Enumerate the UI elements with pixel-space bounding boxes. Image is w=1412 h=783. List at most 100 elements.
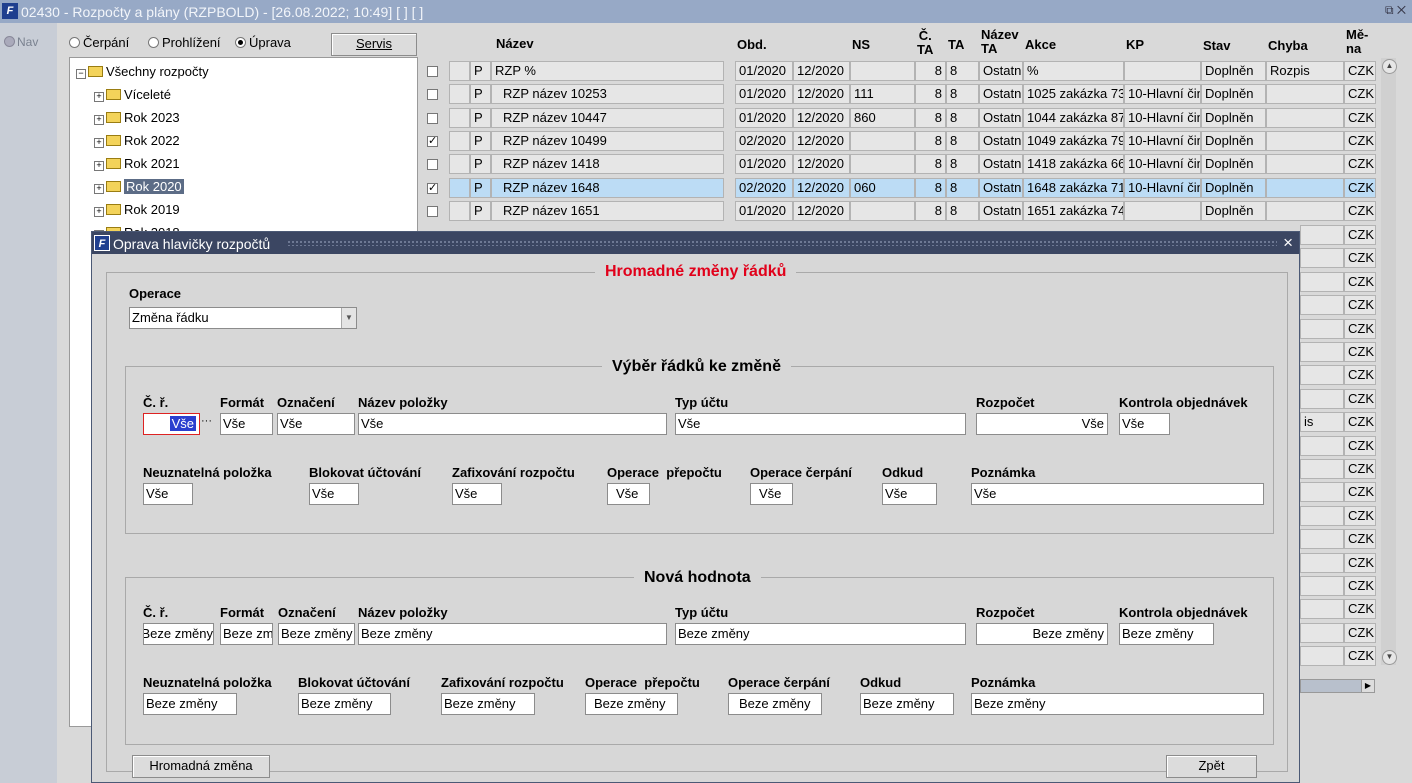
cell-ns[interactable]: 111 bbox=[850, 84, 915, 105]
cell-mena[interactable]: CZK bbox=[1344, 365, 1376, 386]
poznamka-new-input[interactable]: Beze změny bbox=[971, 693, 1264, 715]
expand-icon[interactable]: + bbox=[94, 161, 104, 171]
cell-chyba[interactable] bbox=[1266, 200, 1344, 221]
cell-od[interactable]: 02/2020 bbox=[735, 130, 793, 151]
cell-chyba[interactable] bbox=[1300, 529, 1344, 550]
cell-nazevta[interactable]: Ostatn bbox=[979, 84, 1023, 105]
cell-chyba[interactable] bbox=[1300, 295, 1344, 316]
cell-ns[interactable] bbox=[850, 200, 915, 221]
cell-do[interactable]: 12/2020 bbox=[793, 177, 850, 198]
cell-mena[interactable]: CZK bbox=[1344, 529, 1376, 550]
cell-nazev[interactable]: RZP % bbox=[491, 61, 724, 81]
cell-mena[interactable]: CZK bbox=[1344, 248, 1376, 269]
cell-akce[interactable]: 1651 zakázka 74 bbox=[1023, 200, 1124, 221]
cell-stav[interactable]: Doplněn bbox=[1201, 200, 1266, 221]
cell-cta[interactable]: 8 bbox=[915, 177, 946, 198]
cell-od[interactable]: 01/2020 bbox=[735, 84, 793, 105]
nav-toggle[interactable]: Nav bbox=[4, 35, 38, 49]
cell-nazevta[interactable]: Ostatn bbox=[979, 177, 1023, 198]
cell-chyba[interactable] bbox=[1300, 435, 1344, 456]
cell-cta[interactable]: 8 bbox=[915, 107, 946, 128]
chevron-down-icon[interactable]: ▼ bbox=[341, 308, 356, 328]
cell-ta[interactable]: 8 bbox=[946, 84, 979, 105]
cell-od[interactable]: 01/2020 bbox=[735, 61, 793, 81]
col-header-ta[interactable]: TA bbox=[948, 38, 964, 52]
cerpani-select-input[interactable]: Vše bbox=[750, 483, 793, 505]
cell-chyba[interactable] bbox=[1266, 107, 1344, 128]
mode-radio-uprava[interactable]: Úprava bbox=[235, 35, 291, 50]
cell-p[interactable]: P bbox=[470, 107, 491, 128]
cell-ns[interactable] bbox=[850, 154, 915, 175]
cell-do[interactable]: 12/2020 bbox=[793, 130, 850, 151]
cell-stav[interactable]: Doplněn bbox=[1201, 130, 1266, 151]
scroll-right-icon[interactable]: ▶ bbox=[1361, 680, 1374, 692]
cell-cta[interactable]: 8 bbox=[915, 61, 946, 81]
col-header-nazevta[interactable]: Název TA bbox=[981, 28, 1019, 56]
tree-item-selected[interactable]: + Rok 2020 bbox=[94, 177, 184, 197]
cell-kp[interactable] bbox=[1124, 61, 1201, 81]
grid-horizontal-scrollbar[interactable]: ▶ bbox=[1300, 679, 1375, 693]
mode-radio-cerpani[interactable]: Čerpání bbox=[69, 35, 129, 50]
titlebar-grip[interactable] bbox=[287, 240, 1277, 246]
cell-nazev[interactable]: RZP název 1418 bbox=[491, 154, 724, 175]
cell-chyba[interactable] bbox=[1300, 576, 1344, 596]
row-checkbox[interactable] bbox=[427, 159, 438, 171]
cell-mena[interactable]: CZK bbox=[1344, 599, 1376, 620]
expand-icon[interactable]: + bbox=[94, 92, 104, 102]
col-header-kp[interactable]: KP bbox=[1126, 38, 1144, 52]
col-header-chyba[interactable]: Chyba bbox=[1268, 39, 1308, 53]
tree-item[interactable]: + Rok 2023 bbox=[94, 108, 180, 128]
kontrola-new-input[interactable]: Beze změny bbox=[1119, 623, 1214, 645]
cell-mena[interactable]: CZK bbox=[1344, 646, 1376, 667]
cell-nazevta[interactable]: Ostatn bbox=[979, 130, 1023, 151]
cell-blank[interactable] bbox=[449, 200, 470, 221]
cell-od[interactable]: 01/2020 bbox=[735, 107, 793, 128]
col-header-akce[interactable]: Akce bbox=[1025, 38, 1056, 52]
cell-mena[interactable]: CZK bbox=[1344, 154, 1376, 175]
cell-p[interactable]: P bbox=[470, 61, 491, 81]
cell-ns[interactable]: 860 bbox=[850, 107, 915, 128]
tree-root[interactable]: − Všechny rozpočty bbox=[76, 62, 209, 82]
typ-select-input[interactable]: Vše bbox=[675, 413, 966, 435]
tree-item[interactable]: + Rok 2019 bbox=[94, 200, 180, 220]
col-header-mena[interactable]: Mě-na bbox=[1346, 28, 1368, 56]
row-checkbox[interactable] bbox=[427, 89, 438, 101]
cell-mena[interactable]: CZK bbox=[1344, 61, 1376, 81]
cell-akce[interactable]: % bbox=[1023, 61, 1124, 81]
cell-chyba[interactable] bbox=[1300, 646, 1344, 667]
cell-mena[interactable]: CZK bbox=[1344, 225, 1376, 245]
cell-mena[interactable]: CZK bbox=[1344, 107, 1376, 128]
scroll-down-icon[interactable]: ▼ bbox=[1382, 650, 1397, 665]
cell-mena[interactable]: CZK bbox=[1344, 622, 1376, 643]
cell-kp[interactable]: 10-Hlavní čin bbox=[1124, 154, 1201, 175]
col-header-stav[interactable]: Stav bbox=[1203, 39, 1230, 53]
scroll-up-icon[interactable]: ▲ bbox=[1382, 59, 1397, 74]
cell-stav[interactable]: Doplněn bbox=[1201, 177, 1266, 198]
cell-do[interactable]: 12/2020 bbox=[793, 84, 850, 105]
collapse-icon[interactable]: − bbox=[76, 69, 86, 79]
cell-mena[interactable]: CZK bbox=[1344, 130, 1376, 151]
cell-ns[interactable]: 060 bbox=[850, 177, 915, 198]
cell-blank[interactable] bbox=[449, 177, 470, 198]
odkud-new-input[interactable]: Beze změny bbox=[860, 693, 954, 715]
cell-blank[interactable] bbox=[449, 154, 470, 175]
row-checkbox[interactable] bbox=[427, 112, 438, 124]
operace-select[interactable]: Změna řádku ▼ bbox=[129, 307, 357, 329]
grid-vertical-scrollbar[interactable]: ▲ ▼ bbox=[1381, 58, 1397, 665]
cell-mena[interactable]: CZK bbox=[1344, 318, 1376, 339]
cell-ta[interactable]: 8 bbox=[946, 200, 979, 221]
neuzn-select-input[interactable]: Vše bbox=[143, 483, 193, 505]
mass-change-button[interactable]: Hromadná změna bbox=[132, 755, 270, 778]
rozpocet-new-input[interactable]: Beze změny bbox=[976, 623, 1108, 645]
cell-akce[interactable]: 1648 zakázka 71 bbox=[1023, 177, 1124, 198]
cell-od[interactable]: 01/2020 bbox=[735, 154, 793, 175]
cell-stav[interactable]: Doplněn bbox=[1201, 61, 1266, 81]
cell-chyba[interactable] bbox=[1300, 622, 1344, 643]
cell-blank[interactable] bbox=[449, 107, 470, 128]
format-select-input[interactable]: Vše bbox=[220, 413, 273, 435]
cell-do[interactable]: 12/2020 bbox=[793, 200, 850, 221]
cell-nazevta[interactable]: Ostatn bbox=[979, 107, 1023, 128]
cell-mena[interactable]: CZK bbox=[1344, 177, 1376, 198]
format-new-input[interactable]: Beze změny bbox=[220, 623, 273, 645]
cell-nazev[interactable]: RZP název 1651 bbox=[491, 200, 724, 221]
